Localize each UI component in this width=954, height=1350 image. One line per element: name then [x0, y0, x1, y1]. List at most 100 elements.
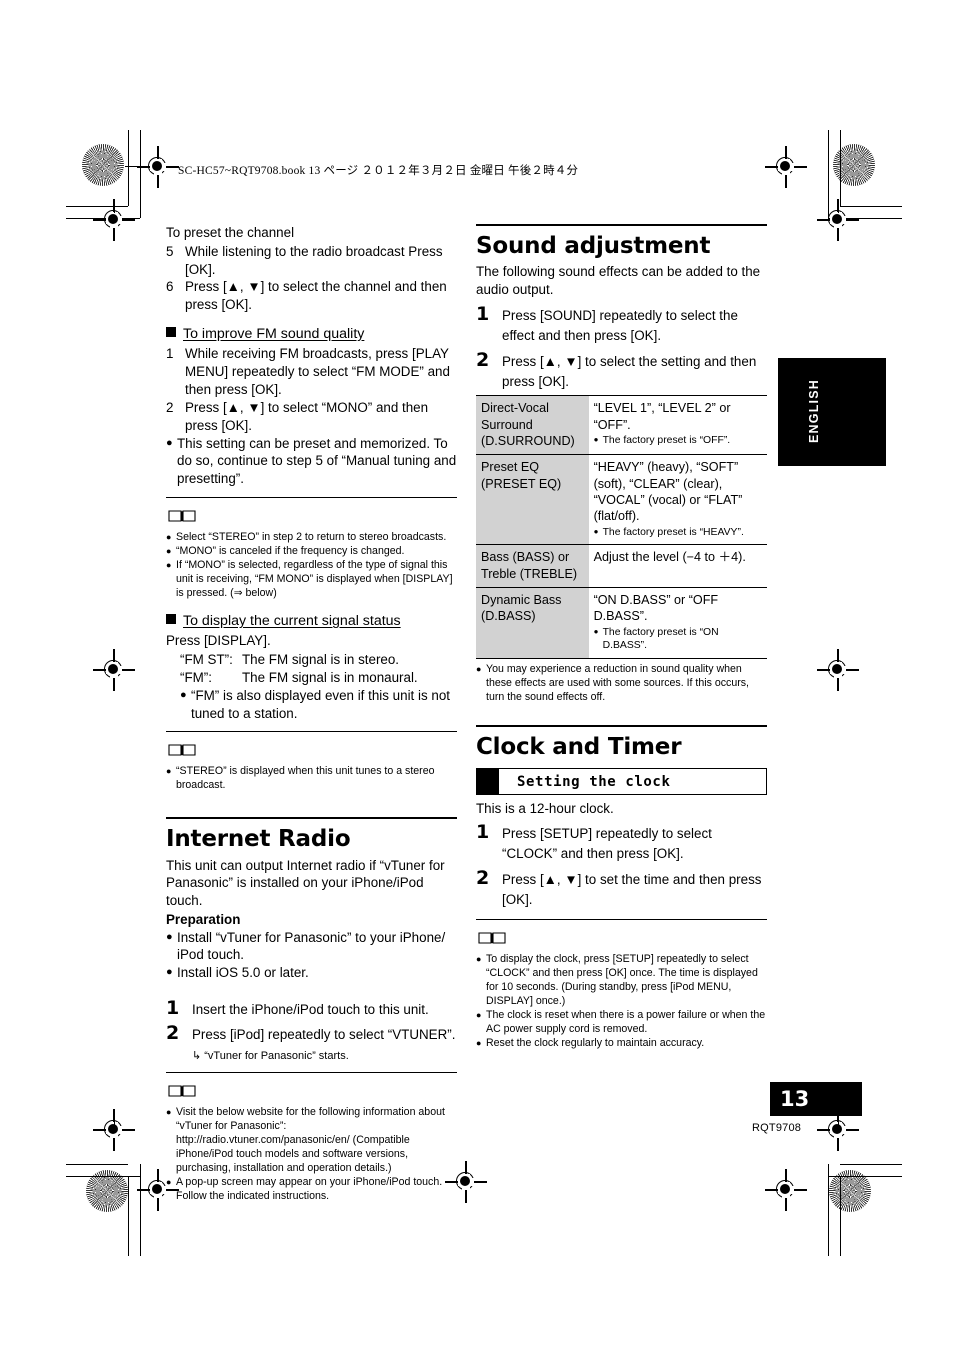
page-title-sound-adjustment: Sound adjustment [476, 233, 711, 259]
step-text: Press [SOUND] repeatedly to select the e… [502, 307, 738, 344]
cell-note: ● The factory preset is “OFF”. [594, 434, 762, 448]
list-item: ● The clock is reset when there is a pow… [476, 1009, 767, 1037]
list-item: ● Select “STEREO” in step 2 to return to… [166, 531, 457, 545]
right-column: Sound adjustment The following sound eff… [476, 224, 767, 1051]
section-divider [166, 817, 457, 820]
note-text: Reset the clock regularly to maintain ac… [486, 1037, 705, 1050]
divider [166, 731, 457, 733]
step-number: 1 [476, 820, 490, 843]
step-text: Press [▲, ▼] to select the setting and t… [502, 353, 757, 389]
print-header-info: SC-HC57~RQT9708.book 13 ページ ２０１２年３月２日 金曜… [178, 165, 579, 177]
list-item: 2 Press [▲, ▼] to select “MONO” and then… [166, 399, 457, 435]
subheading-label: To display the current signal status [183, 612, 401, 629]
registration-target-left-middle [93, 649, 135, 691]
page-edge-line-right-1 [838, 199, 840, 213]
table-cell-effect-name: Bass (BASS) or Treble (TREBLE) [476, 544, 589, 588]
bullet-dot-icon: ● [476, 1038, 482, 1049]
bullet-dot-icon: ● [166, 1176, 172, 1187]
sound-adjustment-after-table-note: ● You may experience a reduction in soun… [476, 663, 767, 705]
bullet-dot-icon: ● [593, 626, 599, 636]
table-cell-effect-name: Dynamic Bass (D.BASS) [476, 587, 589, 659]
note-text: Select “STEREO” in step 2 to return to s… [176, 531, 447, 544]
list-item: 1 While receiving FM broadcasts, press [… [166, 345, 457, 398]
bullet-dot-icon: ● [166, 532, 172, 543]
list-item: 2 Press [▲, ▼] to set the time and then … [476, 867, 767, 911]
cell-note-text: The factory preset is “HEAVY”. [602, 526, 744, 538]
list-item: ● “MONO” is canceled if the frequency is… [166, 545, 457, 559]
step-number: 1 [166, 996, 180, 1019]
table-row: Dynamic Bass (D.BASS) “ON D.BASS” or “OF… [476, 587, 767, 659]
page-edge-line-left-1 [114, 199, 116, 213]
step-text: Press [SETUP] repeatedly to select “CLOC… [502, 825, 712, 862]
section-divider [476, 724, 767, 727]
registration-target-right-middle [817, 649, 859, 691]
list-item: 2 Press [▲, ▼] to select the setting and… [476, 349, 767, 393]
step-text: Press [▲, ▼] to select the channel and t… [185, 279, 447, 313]
bullet-dot-icon: ● [593, 435, 599, 445]
step-number: 6 [166, 279, 174, 295]
preset-steps-list: 5 While listening to the radio broadcast… [166, 243, 457, 314]
black-square-icon [166, 327, 176, 337]
page-edge-line-top [125, 166, 141, 168]
step-text: Insert the iPhone/iPod touch to this uni… [192, 1001, 429, 1017]
fm-quality-bullet: ● This setting can be preset and memoriz… [166, 435, 457, 488]
bullet-text: This setting can be preset and memorized… [177, 435, 457, 487]
preset-intro-text: To preset the channel [166, 225, 295, 240]
preparation-label: Preparation [166, 911, 241, 927]
note-text: The clock is reset when there is a power… [486, 1009, 766, 1036]
list-item: 1 Press [SOUND] repeatedly to select the… [476, 302, 767, 347]
bullet-dot-icon: ● [166, 966, 173, 979]
bullet-dot-icon: ● [476, 1010, 482, 1021]
note-block-3: ● Visit the below website for the follow… [166, 1079, 457, 1204]
step-number: 1 [166, 346, 174, 362]
step-number: 1 [476, 302, 490, 325]
list-item: 1 Insert the iPhone/iPod touch to this u… [166, 996, 457, 1020]
bullet-dot-icon: ● [180, 688, 187, 701]
step-number: 5 [166, 243, 174, 259]
bullet-text: Install iOS 5.0 or later. [177, 965, 309, 981]
cell-main-text: “HEAVY” (heavy), “SOFT” (soft), “CLEAR” … [593, 460, 743, 524]
registration-target-top-left [137, 146, 179, 188]
note-text: Visit the below website for the followin… [176, 1106, 445, 1174]
bullet-dot-icon: ● [166, 560, 172, 571]
step-text: Press [▲, ▼] to set the time and then pr… [502, 871, 762, 907]
list-item: ● Install “vTuner for Panasonic” to your… [166, 929, 457, 965]
left-column: To preset the channel 5 While listening … [166, 224, 457, 1204]
bullet-dot-icon: ● [166, 766, 172, 777]
page-title-internet-radio: Internet Radio [166, 826, 351, 853]
registration-target-top-right [765, 146, 807, 188]
table-row: Bass (BASS) or Treble (TREBLE) Adjust th… [476, 544, 767, 588]
list-item: ● A pop-up screen may appear on your iPh… [166, 1176, 457, 1204]
table-cell-effect-name: Direct-Vocal Surround (D.SURROUND) [476, 395, 589, 455]
black-square-icon [166, 613, 176, 624]
internet-radio-intro: This unit can output Internet radio if “… [166, 857, 445, 909]
note-block-2: ● “STEREO” is displayed when this unit t… [166, 738, 457, 793]
list-item: 6 Press [▲, ▼] to select the channel and… [166, 278, 457, 314]
list-item: ● To display the clock, press [SETUP] re… [476, 953, 767, 1009]
bullet-dot-icon: ● [166, 546, 172, 557]
subheading-signal-status: To display the current signal status [166, 612, 457, 630]
page-title-clock-and-timer: Clock and Timer [476, 733, 682, 760]
table-cell-effect-value: “HEAVY” (heavy), “SOFT” (soft), “CLEAR” … [588, 454, 767, 545]
note-text: You may experience a reduction in sound … [486, 662, 750, 703]
list-item: “FM ST”: The FM signal is in stereo. [180, 651, 457, 669]
table-row: Direct-Vocal Surround (D.SURROUND) “LEVE… [476, 395, 767, 455]
list-item: ● If “MONO” is selected, regardless of t… [166, 559, 457, 601]
step-text: While receiving FM broadcasts, press [PL… [185, 346, 450, 398]
table-cell-effect-value: “LEVEL 1”, “LEVEL 2” or “OFF”. ● The fac… [588, 395, 767, 455]
sound-effects-table: Direct-Vocal Surround (D.SURROUND) “LEVE… [476, 395, 767, 659]
cell-note: ● The factory preset is “HEAVY”. [594, 526, 762, 540]
cell-note: ● The factory preset is “ON D.BASS”. [594, 626, 762, 653]
sound-adjustment-intro: The following sound effects can be added… [476, 264, 761, 298]
definition-key: “FM”: [180, 669, 212, 685]
bullet-dot-icon: ● [166, 1107, 172, 1118]
signal-status-press-text: Press [DISPLAY]. [166, 633, 271, 649]
list-item: 5 While listening to the radio broadcast… [166, 243, 457, 279]
list-item: “FM”: The FM signal is in monaural. [180, 669, 457, 687]
clock-intro-text: This is a 12-hour clock. [476, 801, 614, 817]
open-book-icon [478, 932, 506, 944]
step-text: While listening to the radio broadcast P… [185, 243, 443, 277]
divider [166, 1072, 457, 1074]
cell-main-text: “ON D.BASS” or “OFF D.BASS”. [593, 593, 719, 624]
open-book-icon [168, 1085, 196, 1097]
